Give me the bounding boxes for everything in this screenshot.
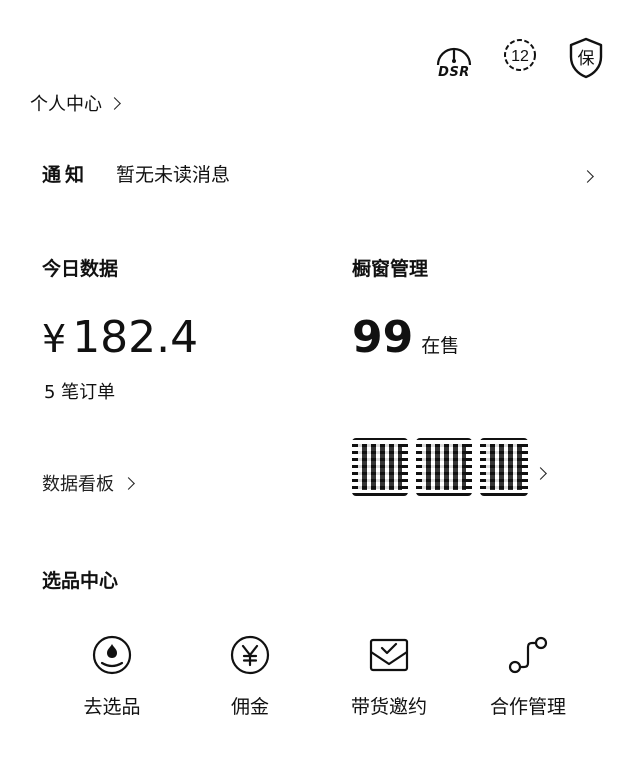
select-product-icon [89, 632, 135, 678]
currency-symbol: ¥ [42, 317, 67, 361]
product-thumbnail[interactable] [416, 438, 472, 496]
on-sale-number: 99 [352, 312, 414, 363]
chevron-right-icon [122, 476, 135, 490]
notice-text[interactable]: 暂无未读消息 [116, 160, 230, 187]
order-count: 5 笔订单 [44, 382, 116, 403]
tool-label: 合作管理 [489, 696, 566, 718]
yuan-coin-icon [227, 632, 273, 678]
on-sale-count[interactable]: 99 在售 [352, 312, 459, 363]
notice-label: 通知 [42, 164, 89, 186]
selection-center-title: 选品中心 [42, 570, 119, 592]
personal-center-label: 个人中心 [30, 94, 102, 115]
shield-text: 保 [578, 49, 595, 69]
tool-invitation[interactable]: 带货邀约 [334, 632, 444, 719]
tool-label: 去选品 [83, 696, 141, 718]
tool-label: 带货邀约 [350, 696, 427, 718]
product-thumbnail[interactable] [352, 438, 408, 496]
dsr-label: DSR [438, 64, 470, 80]
window-management-title: 橱窗管理 [352, 258, 429, 280]
product-thumbnail[interactable] [480, 438, 528, 496]
level-badge[interactable]: 12 [500, 36, 540, 86]
personal-center-link[interactable]: 个人中心 [30, 90, 121, 116]
dsr-badge[interactable]: DSR [430, 36, 478, 86]
window-chevron-icon[interactable] [534, 463, 547, 482]
notice-chevron-icon[interactable] [581, 166, 594, 185]
data-dashboard-link[interactable]: 数据看板 [42, 470, 135, 496]
chevron-right-icon [108, 96, 121, 110]
gauge-icon [436, 47, 472, 65]
level-number-icon: 12 [504, 39, 536, 71]
on-sale-unit: 在售 [421, 335, 460, 357]
badge-number: 12 [511, 48, 529, 65]
tool-cooperation[interactable]: 合作管理 [473, 632, 583, 719]
data-dashboard-label: 数据看板 [42, 474, 114, 495]
invite-envelope-icon [366, 632, 412, 678]
tool-label: 佣金 [230, 696, 269, 718]
guarantee-badge[interactable]: 保 [566, 36, 606, 86]
product-thumbnails[interactable] [352, 438, 528, 496]
today-data-title: 今日数据 [42, 258, 119, 280]
tool-select-product[interactable]: 去选品 [57, 632, 167, 719]
shield-icon: 保 [569, 37, 603, 79]
cooperation-flow-icon [505, 632, 551, 678]
amount-value: 182.4 [72, 312, 199, 363]
tool-commission[interactable]: 佣金 [195, 632, 305, 719]
today-amount[interactable]: ¥ 182.4 [42, 312, 198, 363]
